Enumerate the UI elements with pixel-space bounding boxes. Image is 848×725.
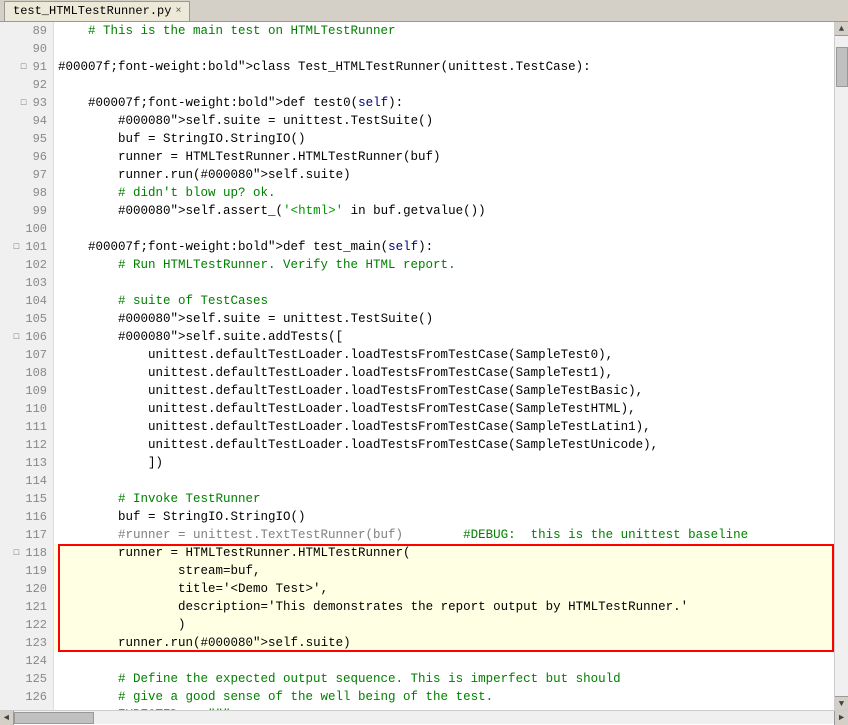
- line-number-124: 124: [0, 652, 53, 670]
- code-line-108: unittest.defaultTestLoader.loadTestsFrom…: [54, 364, 834, 382]
- code-line-109: unittest.defaultTestLoader.loadTestsFrom…: [54, 382, 834, 400]
- line-number-95: 95: [0, 130, 53, 148]
- vertical-scrollbar[interactable]: ▲ ▼: [834, 22, 848, 710]
- code-line-96: runner = HTMLTestRunner.HTMLTestRunner(b…: [54, 148, 834, 166]
- code-line-105: #000080">self.suite = unittest.TestSuite…: [54, 310, 834, 328]
- code-line-110: unittest.defaultTestLoader.loadTestsFrom…: [54, 400, 834, 418]
- line-number-117: 117: [0, 526, 53, 544]
- tab-close-icon[interactable]: ×: [175, 6, 181, 17]
- code-line-126: # give a good sense of the well being of…: [54, 688, 834, 706]
- code-line-117: #runner = unittest.TextTestRunner(buf) #…: [54, 526, 834, 544]
- scrollbar-h-left[interactable]: ◄: [0, 711, 14, 725]
- line-number-103: 103: [0, 274, 53, 292]
- file-tab[interactable]: test_HTMLTestRunner.py ×: [4, 1, 190, 21]
- code-line-92: [54, 76, 834, 94]
- fold-button-118[interactable]: □: [11, 544, 21, 562]
- line-number-125: 125: [0, 670, 53, 688]
- code-line-90: [54, 40, 834, 58]
- code-scroll[interactable]: # This is the main test on HTMLTestRunne…: [54, 22, 834, 710]
- code-line-116: buf = StringIO.StringIO(): [54, 508, 834, 526]
- fold-button-101[interactable]: □: [11, 238, 21, 256]
- scrollbar-h-thumb[interactable]: [14, 712, 94, 724]
- line-number-112: 112: [0, 436, 53, 454]
- line-number-92: 92: [0, 76, 53, 94]
- line-number-91: □91: [0, 58, 53, 76]
- code-line-124: [54, 652, 834, 670]
- code-line-104: # suite of TestCases: [54, 292, 834, 310]
- code-line-100: [54, 220, 834, 238]
- line-number-122: 122: [0, 616, 53, 634]
- code-line-91: #00007f;font-weight:bold">class Test_HTM…: [54, 58, 834, 76]
- code-line-123: runner.run(#000080">self.suite): [54, 634, 834, 652]
- line-number-126: 126: [0, 688, 53, 706]
- line-number-108: 108: [0, 364, 53, 382]
- line-number-120: 120: [0, 580, 53, 598]
- line-number-121: 121: [0, 598, 53, 616]
- line-number-123: 123: [0, 634, 53, 652]
- code-line-121: description='This demonstrates the repor…: [54, 598, 834, 616]
- code-line-112: unittest.defaultTestLoader.loadTestsFrom…: [54, 436, 834, 454]
- code-line-95: buf = StringIO.StringIO(): [54, 130, 834, 148]
- line-number-118: □118: [0, 544, 53, 562]
- line-number-100: 100: [0, 220, 53, 238]
- code-line-98: # didn't blow up? ok.: [54, 184, 834, 202]
- line-number-89: 89: [0, 22, 53, 40]
- line-number-110: 110: [0, 400, 53, 418]
- scrollbar-v-up[interactable]: ▲: [835, 22, 848, 36]
- fold-button-93[interactable]: □: [19, 94, 29, 112]
- line-number-115: 115: [0, 490, 53, 508]
- code-line-114: [54, 472, 834, 490]
- line-number-102: 102: [0, 256, 53, 274]
- line-number-116: 116: [0, 508, 53, 526]
- code-line-106: #000080">self.suite.addTests([: [54, 328, 834, 346]
- line-number-111: 111: [0, 418, 53, 436]
- line-number-90: 90: [0, 40, 53, 58]
- scrollbar-v-thumb[interactable]: [836, 47, 848, 87]
- code-area: # This is the main test on HTMLTestRunne…: [54, 22, 834, 710]
- code-line-102: # Run HTMLTestRunner. Verify the HTML re…: [54, 256, 834, 274]
- code-line-120: title='<Demo Test>',: [54, 580, 834, 598]
- fold-button-91[interactable]: □: [19, 58, 29, 76]
- code-line-111: unittest.defaultTestLoader.loadTestsFrom…: [54, 418, 834, 436]
- line-number-107: 107: [0, 346, 53, 364]
- line-numbers-col: 8990□9192□93949596979899100□101102103104…: [0, 22, 54, 710]
- line-number-97: 97: [0, 166, 53, 184]
- code-line-125: # Define the expected output sequence. T…: [54, 670, 834, 688]
- code-line-94: #000080">self.suite = unittest.TestSuite…: [54, 112, 834, 130]
- code-line-119: stream=buf,: [54, 562, 834, 580]
- line-number-109: 109: [0, 382, 53, 400]
- code-line-89: # This is the main test on HTMLTestRunne…: [54, 22, 834, 40]
- editor-container: 8990□9192□93949596979899100□101102103104…: [0, 22, 848, 710]
- code-line-101: #00007f;font-weight:bold">def test_main(…: [54, 238, 834, 256]
- horizontal-scrollbar[interactable]: ◄ ►: [0, 710, 848, 724]
- line-number-104: 104: [0, 292, 53, 310]
- code-line-107: unittest.defaultTestLoader.loadTestsFrom…: [54, 346, 834, 364]
- scrollbar-h-right[interactable]: ►: [834, 711, 848, 725]
- tab-filename: test_HTMLTestRunner.py: [13, 4, 171, 18]
- tab-bar: test_HTMLTestRunner.py ×: [0, 0, 848, 22]
- line-number-96: 96: [0, 148, 53, 166]
- line-number-94: 94: [0, 112, 53, 130]
- scrollbar-v-down[interactable]: ▼: [835, 696, 848, 710]
- line-number-113: 113: [0, 454, 53, 472]
- fold-button-106[interactable]: □: [11, 328, 21, 346]
- code-line-97: runner.run(#000080">self.suite): [54, 166, 834, 184]
- line-number-105: 105: [0, 310, 53, 328]
- line-number-101: □101: [0, 238, 53, 256]
- code-line-118: runner = HTMLTestRunner.HTMLTestRunner(: [54, 544, 834, 562]
- code-line-93: #00007f;font-weight:bold">def test0(self…: [54, 94, 834, 112]
- code-line-115: # Invoke TestRunner: [54, 490, 834, 508]
- line-number-98: 98: [0, 184, 53, 202]
- line-number-106: □106: [0, 328, 53, 346]
- code-lines: # This is the main test on HTMLTestRunne…: [54, 22, 834, 710]
- code-line-99: #000080">self.assert_('<html>' in buf.ge…: [54, 202, 834, 220]
- line-number-99: 99: [0, 202, 53, 220]
- line-number-114: 114: [0, 472, 53, 490]
- line-number-119: 119: [0, 562, 53, 580]
- line-number-93: □93: [0, 94, 53, 112]
- code-line-113: ]): [54, 454, 834, 472]
- code-line-103: [54, 274, 834, 292]
- code-line-122: ): [54, 616, 834, 634]
